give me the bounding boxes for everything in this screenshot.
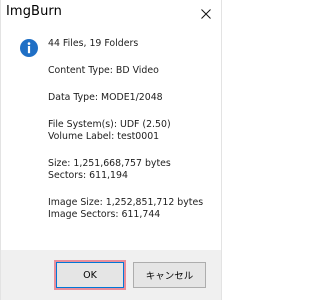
dialog-window: ImgBurn 44 Files, 19 Folders Content Typ… [0, 0, 222, 300]
image-sectors-text: Image Sectors: 611,744 [48, 209, 161, 220]
volume-label-text: Volume Label: test0001 [48, 131, 160, 142]
title-bar[interactable]: ImgBurn [1, 0, 221, 28]
data-type-text: Data Type: MODE1/2048 [48, 92, 163, 103]
content-type-text: Content Type: BD Video [48, 65, 159, 76]
window-title: ImgBurn [6, 4, 62, 19]
image-size-text: Image Size: 1,252,851,712 bytes [48, 197, 204, 208]
button-bar: OK キャンセル [1, 250, 221, 300]
size-text: Size: 1,251,668,757 bytes [48, 158, 171, 169]
info-icon [20, 39, 38, 57]
close-icon [201, 9, 211, 19]
message-text: 44 Files, 19 Folders Content Type: BD Vi… [48, 38, 203, 221]
sectors-text: Sectors: 611,194 [48, 170, 128, 181]
file-systems-text: File System(s): UDF (2.50) [48, 119, 171, 130]
close-button[interactable] [193, 0, 219, 28]
files-folders-text: 44 Files, 19 Folders [48, 38, 139, 49]
cancel-button[interactable]: キャンセル [133, 262, 206, 288]
ok-button[interactable]: OK [56, 262, 124, 288]
